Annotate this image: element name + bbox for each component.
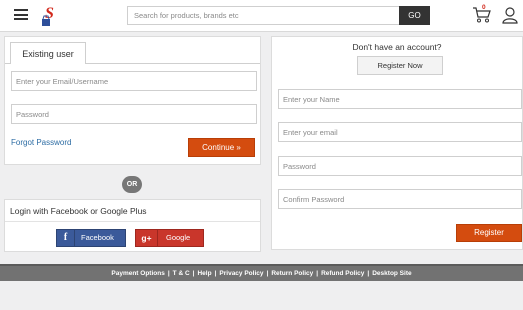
confirm-password-field[interactable]: [278, 189, 522, 209]
footer-links: Payment Options | T & C | Help | Privacy Polic…: [0, 264, 523, 281]
facebook-icon: f: [57, 230, 75, 246]
google-plus-icon: g+: [136, 230, 158, 246]
facebook-login-button[interactable]: f Facebook: [56, 229, 126, 247]
cart-button[interactable]: 0: [472, 4, 492, 24]
continue-button[interactable]: Continue »: [188, 138, 255, 157]
footer-link-payment-options[interactable]: Payment Options: [111, 270, 164, 277]
search-bar: GO: [127, 6, 430, 25]
tab-existing-user[interactable]: Existing user: [10, 42, 86, 64]
footer-link-help[interactable]: Help: [197, 270, 211, 277]
register-button[interactable]: Register: [456, 224, 522, 242]
user-icon: [502, 7, 518, 24]
footer-separator: |: [316, 270, 319, 277]
register-panel: Don't have an account? Register Now Regi…: [271, 36, 523, 250]
user-account-button[interactable]: [502, 6, 518, 24]
register-now-button[interactable]: Register Now: [357, 56, 443, 75]
top-header: S GO 0: [0, 0, 523, 32]
register-email-field[interactable]: [278, 122, 522, 142]
or-divider: OR: [122, 176, 142, 193]
name-field[interactable]: [278, 89, 522, 109]
footer-link-privacy-policy[interactable]: Privacy Policy: [219, 270, 263, 277]
social-login-title: Login with Facebook or Google Plus: [10, 206, 147, 216]
footer-link-return-policy[interactable]: Return Policy: [271, 270, 313, 277]
footer-link-refund-policy[interactable]: Refund Policy: [321, 270, 364, 277]
forgot-password-link[interactable]: Forgot Password: [11, 138, 71, 147]
email-field[interactable]: [11, 71, 257, 91]
footer-link-desktop-site[interactable]: Desktop Site: [372, 270, 411, 277]
register-password-field[interactable]: [278, 156, 522, 176]
facebook-label: Facebook: [81, 233, 114, 242]
footer-separator: |: [167, 270, 170, 277]
google-label: Google: [166, 233, 191, 242]
go-button[interactable]: GO: [399, 6, 430, 25]
social-divider: [5, 221, 260, 222]
search-input[interactable]: [127, 6, 399, 25]
register-prompt: Don't have an account?: [352, 42, 442, 52]
google-login-button[interactable]: g+ Google: [135, 229, 204, 247]
login-panel: Existing user Forgot Password Continue »: [4, 36, 261, 165]
menu-icon[interactable]: [14, 9, 28, 20]
footer-link-terms[interactable]: T & C: [173, 270, 190, 277]
cart-count-badge: 0: [482, 4, 486, 11]
brand-logo[interactable]: S: [40, 4, 60, 28]
password-field[interactable]: [11, 104, 257, 124]
social-login-panel: Login with Facebook or Google Plus f Fac…: [4, 199, 261, 252]
